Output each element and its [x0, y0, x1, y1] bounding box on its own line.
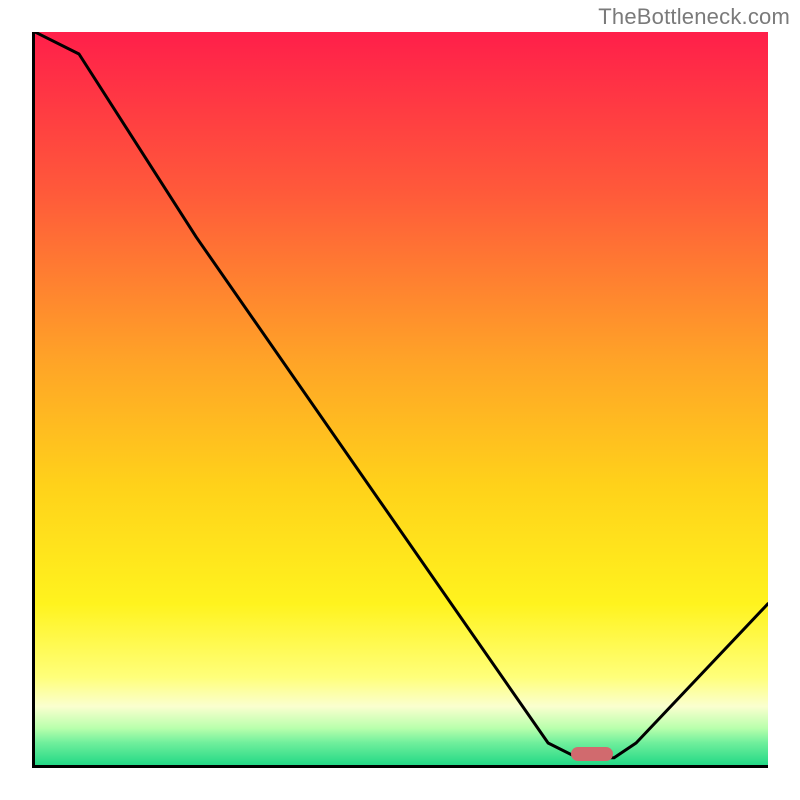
optimal-marker	[571, 747, 613, 761]
chart-container: TheBottleneck.com	[0, 0, 800, 800]
watermark-text: TheBottleneck.com	[598, 4, 790, 30]
axes-frame	[32, 32, 768, 768]
